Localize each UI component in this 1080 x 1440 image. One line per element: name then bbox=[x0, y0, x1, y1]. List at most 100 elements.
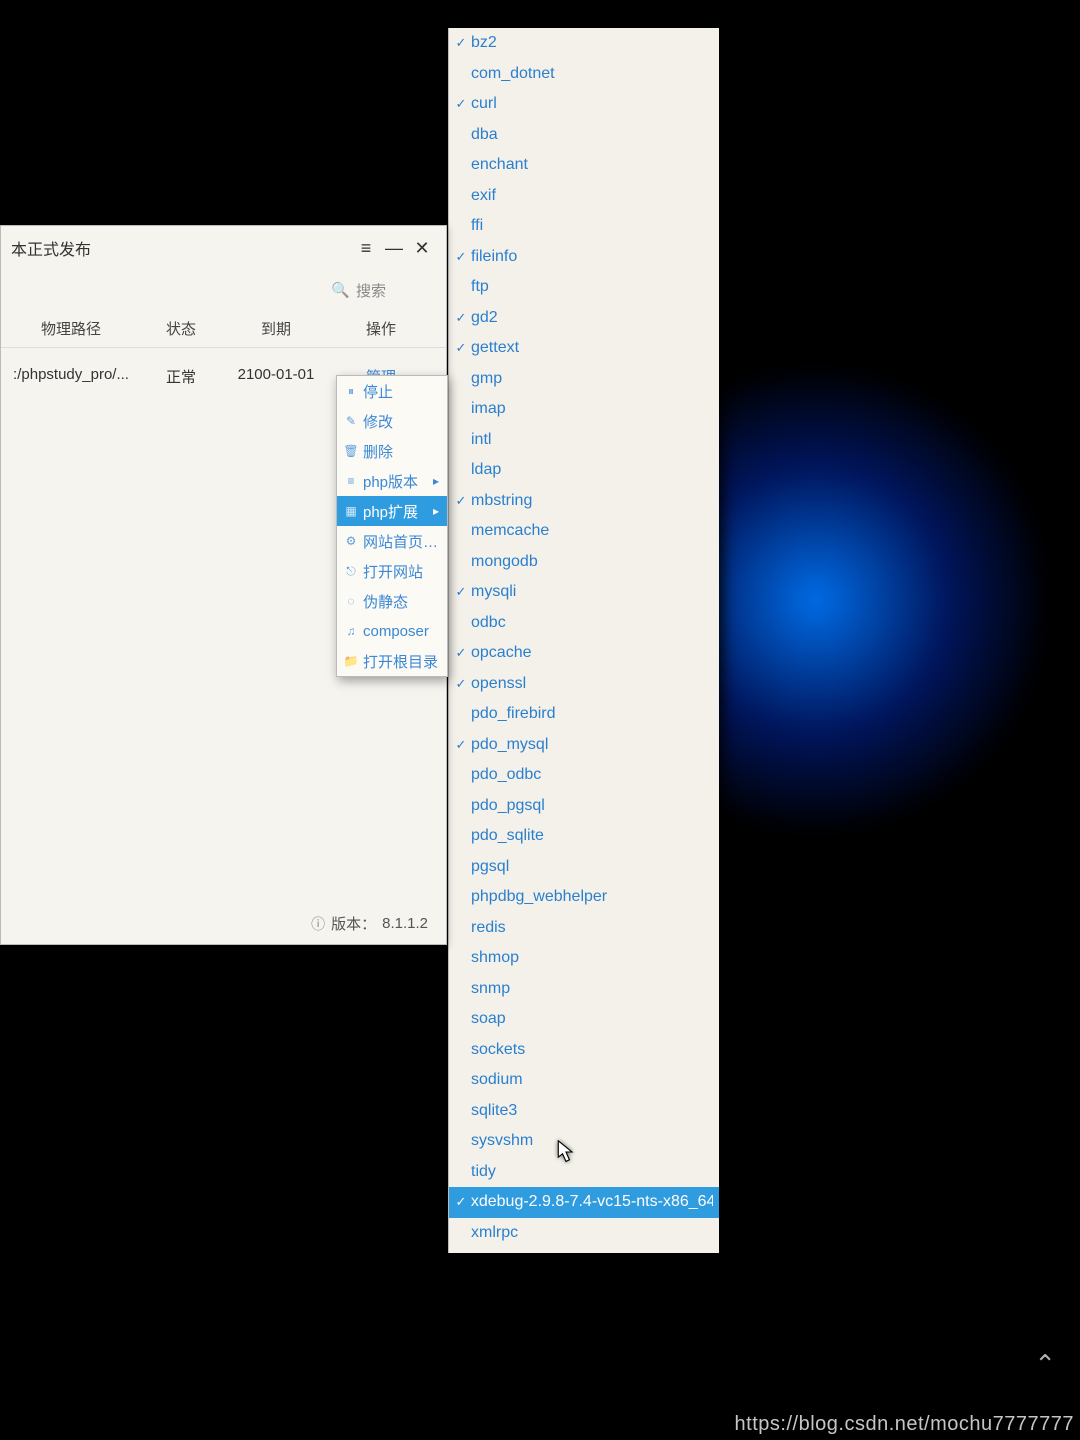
ext-item-gettext[interactable]: ✓gettext bbox=[449, 333, 719, 364]
ext-item-pgsql[interactable]: pgsql bbox=[449, 852, 719, 883]
col-action: 操作 bbox=[331, 318, 431, 339]
ctx-item-label: 删除 bbox=[363, 441, 439, 462]
ext-item-gmp[interactable]: gmp bbox=[449, 364, 719, 395]
ctx-item-4[interactable]: ▦php扩展▸ bbox=[337, 496, 447, 526]
ext-item-memcache[interactable]: memcache bbox=[449, 516, 719, 547]
ctx-item-1[interactable]: ✎修改 bbox=[337, 406, 447, 436]
ext-item-enchant[interactable]: enchant bbox=[449, 150, 719, 181]
ext-item-mongodb[interactable]: mongodb bbox=[449, 547, 719, 578]
ext-item-sysvshm[interactable]: sysvshm bbox=[449, 1126, 719, 1157]
ext-item-label: exif bbox=[471, 187, 496, 205]
ext-item-label: pdo_firebird bbox=[471, 705, 556, 723]
ext-item-pdo_firebird[interactable]: pdo_firebird bbox=[449, 699, 719, 730]
ext-item-label: ldap bbox=[471, 461, 501, 479]
ctx-item-label: php扩展 bbox=[363, 501, 433, 522]
col-expire: 到期 bbox=[221, 318, 331, 339]
ext-item-label: mysqli bbox=[471, 583, 516, 601]
ext-item-sqlite3[interactable]: sqlite3 bbox=[449, 1096, 719, 1127]
ext-item-label: mbstring bbox=[471, 492, 532, 510]
ext-item-phpdbg_webhelper[interactable]: phpdbg_webhelper bbox=[449, 882, 719, 913]
ctx-item-icon: ♫ bbox=[343, 624, 359, 638]
ctx-item-icon: ⎋ bbox=[343, 564, 359, 579]
ctx-item-label: 打开网站 bbox=[363, 561, 439, 582]
ctx-item-label: 停止 bbox=[363, 381, 439, 402]
ext-item-soap[interactable]: soap bbox=[449, 1004, 719, 1035]
ext-item-tidy[interactable]: tidy bbox=[449, 1157, 719, 1188]
ext-item-label: sqlite3 bbox=[471, 1102, 517, 1120]
ext-item-pdo_pgsql[interactable]: pdo_pgsql bbox=[449, 791, 719, 822]
ctx-item-icon: ≡ bbox=[343, 474, 359, 488]
ext-item-xsl[interactable]: xsl bbox=[449, 1248, 719, 1253]
context-menu[interactable]: ⏸ 停止 ✎修改🗑删除≡php版本▸▦php扩展▸⚙网站首页设置 ⎋ 打开网站 ◌ 伪静态 ♫… bbox=[336, 375, 448, 677]
ext-item-label: sysvshm bbox=[471, 1132, 533, 1150]
ext-item-opcache[interactable]: ✓opcache bbox=[449, 638, 719, 669]
window-title: 本正式发布 bbox=[11, 236, 91, 260]
minimize-button[interactable]: — bbox=[380, 238, 408, 259]
ext-item-gd2[interactable]: ✓gd2 bbox=[449, 303, 719, 334]
ctx-item-7[interactable]: ◌ 伪静态 bbox=[337, 586, 447, 616]
check-icon: ✓ bbox=[453, 249, 469, 265]
ext-item-label: xdebug-2.9.8-7.4-vc15-nts-x86_64 bbox=[471, 1193, 713, 1211]
scroll-top-chevron-icon[interactable]: ⌃ bbox=[1034, 1349, 1056, 1380]
ext-item-ftp[interactable]: ftp bbox=[449, 272, 719, 303]
search-icon: 🔍 bbox=[331, 281, 350, 299]
ext-item-label: pgsql bbox=[471, 858, 509, 876]
ctx-item-icon: 📁 bbox=[343, 654, 359, 668]
ctx-item-icon: ◌ bbox=[343, 594, 359, 608]
ext-item-openssl[interactable]: ✓openssl bbox=[449, 669, 719, 700]
ctx-item-label: 伪静态 bbox=[363, 591, 439, 612]
ext-item-label: soap bbox=[471, 1010, 506, 1028]
search-bar[interactable]: 🔍 搜索 bbox=[1, 270, 446, 310]
check-icon: ✓ bbox=[453, 493, 469, 509]
ext-item-sockets[interactable]: sockets bbox=[449, 1035, 719, 1066]
ext-item-pdo_odbc[interactable]: pdo_odbc bbox=[449, 760, 719, 791]
ext-item-label: com_dotnet bbox=[471, 65, 555, 83]
footer-version-label: 版本： bbox=[331, 913, 376, 934]
ctx-item-3[interactable]: ≡php版本▸ bbox=[337, 466, 447, 496]
php-extensions-submenu[interactable]: ✓bz2 com_dotnet ✓curldbaenchant exif ffi ✓fil… bbox=[448, 28, 719, 1253]
ext-item-ffi[interactable]: ffi bbox=[449, 211, 719, 242]
ext-item-label: phpdbg_webhelper bbox=[471, 888, 607, 906]
ext-item-label: mongodb bbox=[471, 553, 538, 571]
ext-item-dba[interactable]: dba bbox=[449, 120, 719, 151]
check-icon: ✓ bbox=[453, 1194, 469, 1210]
ext-item-mbstring[interactable]: ✓mbstring bbox=[449, 486, 719, 517]
cell-status: 正常 bbox=[141, 366, 221, 387]
ext-item-com_dotnet[interactable]: com_dotnet bbox=[449, 59, 719, 90]
ext-item-label: gettext bbox=[471, 339, 519, 357]
chevron-right-icon: ▸ bbox=[433, 474, 439, 488]
ext-item-pdo_mysql[interactable]: ✓pdo_mysql bbox=[449, 730, 719, 761]
info-icon: ⓘ bbox=[311, 914, 325, 934]
ext-item-intl[interactable]: intl bbox=[449, 425, 719, 456]
ext-item-label: odbc bbox=[471, 614, 506, 632]
ext-item-curl[interactable]: ✓curl bbox=[449, 89, 719, 120]
ext-item-imap[interactable]: imap bbox=[449, 394, 719, 425]
ext-item-xmlrpc[interactable]: xmlrpc bbox=[449, 1218, 719, 1249]
ext-item-bz2[interactable]: ✓bz2 bbox=[449, 28, 719, 59]
footer-version: ⓘ 版本： 8.1.1.2 bbox=[311, 913, 428, 934]
ext-item-shmop[interactable]: shmop bbox=[449, 943, 719, 974]
ext-item-sodium[interactable]: sodium bbox=[449, 1065, 719, 1096]
ext-item-mysqli[interactable]: ✓mysqli bbox=[449, 577, 719, 608]
ctx-item-6[interactable]: ⎋ 打开网站 bbox=[337, 556, 447, 586]
ext-item-redis[interactable]: redis bbox=[449, 913, 719, 944]
ext-item-fileinfo[interactable]: ✓fileinfo bbox=[449, 242, 719, 273]
ext-item-label: ffi bbox=[471, 217, 483, 235]
ext-item-snmp[interactable]: snmp bbox=[449, 974, 719, 1005]
check-icon: ✓ bbox=[453, 737, 469, 753]
menu-icon[interactable]: ≡ bbox=[352, 238, 380, 259]
ext-item-xdebug-2.9.8-7.4-vc15-nts-x86_64[interactable]: ✓xdebug-2.9.8-7.4-vc15-nts-x86_64 bbox=[449, 1187, 719, 1218]
ctx-item-9[interactable]: 📁打开根目录 bbox=[337, 646, 447, 676]
ctx-item-2[interactable]: 🗑删除 bbox=[337, 436, 447, 466]
ext-item-pdo_sqlite[interactable]: pdo_sqlite bbox=[449, 821, 719, 852]
check-icon: ✓ bbox=[453, 96, 469, 112]
check-icon: ✓ bbox=[453, 584, 469, 600]
ctx-item-icon: ⏸ bbox=[343, 384, 359, 399]
ext-item-odbc[interactable]: odbc bbox=[449, 608, 719, 639]
ctx-item-0[interactable]: ⏸ 停止 bbox=[337, 376, 447, 406]
ext-item-exif[interactable]: exif bbox=[449, 181, 719, 212]
ctx-item-8[interactable]: ♫composer bbox=[337, 616, 447, 646]
ext-item-ldap[interactable]: ldap bbox=[449, 455, 719, 486]
ctx-item-5[interactable]: ⚙网站首页设置 bbox=[337, 526, 447, 556]
close-button[interactable]: ✕ bbox=[408, 238, 436, 259]
